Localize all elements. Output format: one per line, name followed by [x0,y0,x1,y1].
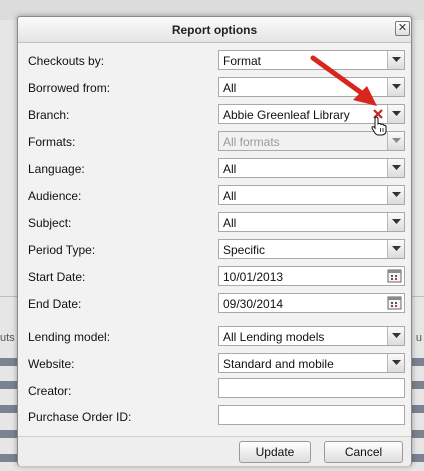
end-date-label: End Date: [28,297,82,311]
start-date-value: 10/01/2013 [223,270,284,284]
dialog-footer: Update Cancel [18,436,411,466]
borrowed-from-value: All [223,81,237,95]
chevron-down-icon[interactable] [387,159,404,177]
website-label: Website: [28,357,75,371]
audience-value: All [223,189,237,203]
lending-model-select[interactable]: All Lending models [218,326,405,346]
branch-label: Branch: [28,108,70,122]
audience-label: Audience: [28,189,82,203]
close-icon[interactable]: ✕ [395,21,410,36]
chevron-down-icon[interactable] [387,105,404,123]
website-value: Standard and mobile [223,357,334,371]
audience-select[interactable]: All [218,185,405,205]
start-date-label: Start Date: [28,270,86,284]
chevron-down-icon[interactable] [387,132,404,150]
hand-cursor-icon [371,116,387,136]
chevron-down-icon[interactable] [387,78,404,96]
calendar-icon[interactable] [387,295,403,311]
annotation-arrow [310,55,377,106]
start-date-field[interactable]: 10/01/2013 [218,266,405,286]
update-button[interactable]: Update [239,441,311,463]
checkouts-by-value: Format [223,54,262,68]
formats-value: All formats [223,135,280,149]
chevron-down-icon[interactable] [387,354,404,372]
checkouts-by-label: Checkouts by: [28,54,105,68]
lending-model-label: Lending model: [28,330,111,344]
period-type-label: Period Type: [28,243,96,257]
language-select[interactable]: All [218,158,405,178]
borrowed-from-label: Borrowed from: [28,81,111,95]
cancel-button[interactable]: Cancel [324,441,403,463]
chevron-down-icon[interactable] [387,240,404,258]
subject-label: Subject: [28,216,72,230]
period-type-value: Specific [223,243,266,257]
lending-model-value: All Lending models [223,330,325,344]
language-label: Language: [28,162,85,176]
dialog-titlebar: Report options ✕ [18,17,411,43]
subject-select[interactable]: All [218,212,405,232]
background-left-label: uts [0,332,15,344]
period-type-select[interactable]: Specific [218,239,405,259]
dialog-title: Report options [171,23,258,37]
purchase-order-id-label: Purchase Order ID: [28,410,132,424]
purchase-order-id-input[interactable] [218,405,405,425]
calendar-icon[interactable] [387,268,403,284]
chevron-down-icon[interactable] [387,51,404,69]
creator-label: Creator: [28,384,72,398]
subject-value: All [223,216,237,230]
website-select[interactable]: Standard and mobile [218,353,405,373]
chevron-down-icon[interactable] [387,327,404,345]
background-right-label: u [415,332,422,344]
language-value: All [223,162,237,176]
end-date-value: 09/30/2014 [223,297,284,311]
chevron-down-icon[interactable] [387,186,404,204]
end-date-field[interactable]: 09/30/2014 [218,293,405,313]
creator-input[interactable] [218,378,405,398]
formats-label: Formats: [28,135,76,149]
branch-value: Abbie Greenleaf Library [223,108,350,122]
chevron-down-icon[interactable] [387,213,404,231]
